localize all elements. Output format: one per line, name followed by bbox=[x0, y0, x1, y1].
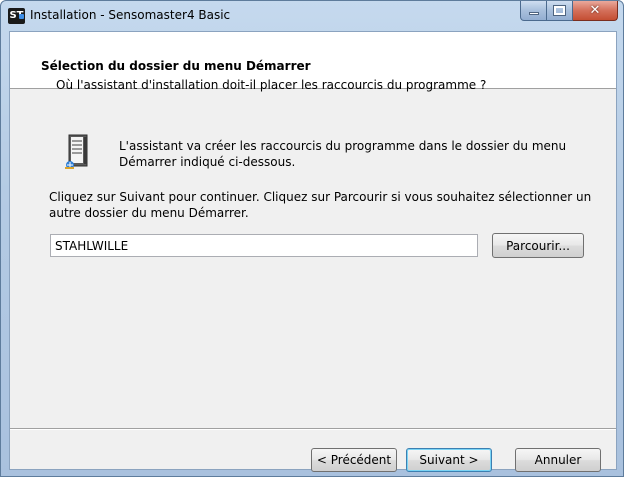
start-menu-folder-icon bbox=[65, 134, 88, 169]
cancel-button[interactable]: Annuler bbox=[515, 448, 601, 472]
wizard-header: Sélection du dossier du menu Démarrer Où… bbox=[10, 32, 616, 92]
next-button[interactable]: Suivant > bbox=[406, 448, 492, 472]
page-title: Sélection du dossier du menu Démarrer bbox=[41, 59, 311, 73]
info-text: L'assistant va créer les raccourcis du p… bbox=[119, 139, 567, 169]
window-title: Installation - Sensomaster4 Basic bbox=[30, 8, 231, 22]
caption-buttons: ✕ bbox=[520, 1, 618, 21]
minimize-icon bbox=[528, 12, 539, 15]
back-button[interactable]: < Précédent bbox=[311, 448, 397, 472]
minimize-button[interactable] bbox=[520, 1, 547, 21]
start-menu-folder-input[interactable] bbox=[50, 234, 478, 257]
maximize-icon bbox=[553, 5, 566, 16]
footer-separator bbox=[10, 428, 616, 430]
title-bar[interactable]: ST Installation - Sensomaster4 Basic ✕ bbox=[1, 1, 623, 30]
instruction-text: Cliquez sur Suivant pour continuer. Cliq… bbox=[49, 190, 592, 220]
close-icon: ✕ bbox=[589, 3, 601, 18]
wizard-page: Sélection du dossier du menu Démarrer Où… bbox=[9, 31, 617, 472]
maximize-button[interactable] bbox=[547, 1, 573, 21]
page-subtitle: Où l'assistant d'installation doit-il pl… bbox=[56, 78, 487, 92]
installer-window: ST Installation - Sensomaster4 Basic ✕ S… bbox=[0, 0, 624, 477]
app-logo-icon[interactable]: ST bbox=[8, 8, 25, 24]
browse-button[interactable]: Parcourir... bbox=[492, 233, 584, 258]
close-button[interactable]: ✕ bbox=[573, 1, 618, 21]
